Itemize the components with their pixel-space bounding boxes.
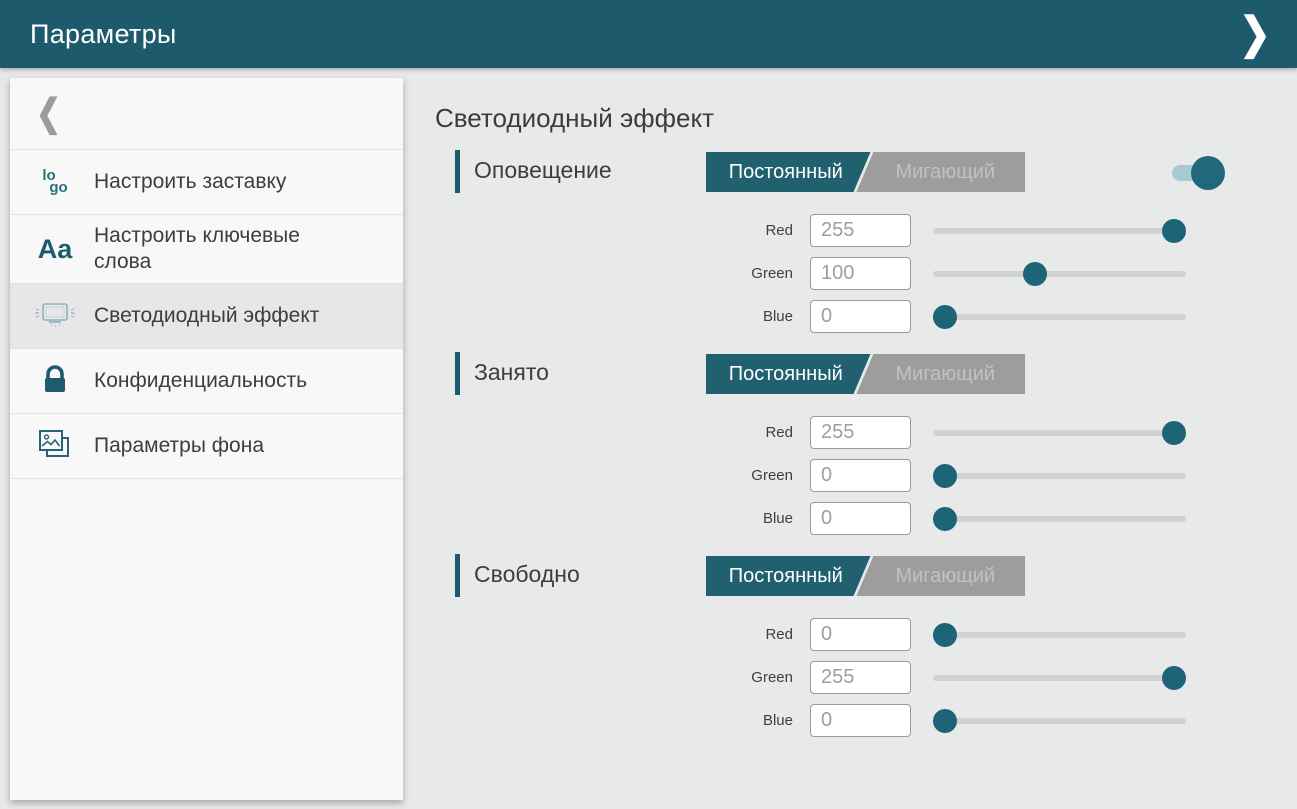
channel-label: Red bbox=[455, 222, 793, 239]
red-slider bbox=[933, 219, 1186, 243]
green-slider bbox=[933, 262, 1186, 286]
blue-value-input[interactable] bbox=[810, 704, 911, 737]
sidebar-item-label: Параметры фона bbox=[94, 433, 264, 459]
led-effect-panel: Светодиодный эффект Оповещение Постоянны… bbox=[403, 68, 1297, 809]
app-header: Параметры ❯ bbox=[0, 0, 1297, 68]
led-enabled-toggle[interactable] bbox=[1172, 155, 1228, 191]
section-title: Занято bbox=[474, 359, 549, 386]
channel-row-red: Red bbox=[455, 415, 1297, 450]
slider-track[interactable] bbox=[933, 632, 1186, 638]
section-free: Свободно Постоянный Мигающий Red Green bbox=[455, 554, 1297, 738]
logo-icon: logo bbox=[30, 170, 80, 194]
section-busy: Занято Постоянный Мигающий Red Green bbox=[455, 352, 1297, 536]
blue-slider bbox=[933, 507, 1186, 531]
channel-row-red: Red bbox=[455, 213, 1297, 248]
accent-bar bbox=[455, 150, 460, 193]
section-title: Свободно bbox=[474, 561, 580, 588]
slider-thumb[interactable] bbox=[933, 507, 957, 531]
slider-thumb[interactable] bbox=[933, 305, 957, 329]
green-value-input[interactable] bbox=[810, 661, 911, 694]
slider-track[interactable] bbox=[933, 473, 1186, 479]
sidebar-item-keywords[interactable]: Aa Настроить ключевые слова bbox=[10, 215, 403, 284]
section-title: Оповещение bbox=[474, 157, 612, 184]
channel-label: Blue bbox=[455, 712, 793, 729]
mode-option-blinking[interactable]: Мигающий bbox=[866, 556, 1026, 596]
channel-label: Green bbox=[455, 669, 793, 686]
section-notification: Оповещение Постоянный Мигающий Red Green bbox=[455, 150, 1297, 334]
channel-label: Red bbox=[455, 424, 793, 441]
channel-row-green: Green bbox=[455, 256, 1297, 291]
led-screen-icon bbox=[30, 297, 80, 335]
green-slider bbox=[933, 666, 1186, 690]
background-images-icon bbox=[30, 425, 80, 467]
mode-option-constant[interactable]: Постоянный bbox=[706, 152, 866, 192]
slider-track[interactable] bbox=[933, 228, 1186, 234]
green-slider bbox=[933, 464, 1186, 488]
slider-track[interactable] bbox=[933, 516, 1186, 522]
lock-icon bbox=[30, 363, 80, 399]
sidebar-back-button[interactable]: ❮ bbox=[10, 78, 403, 150]
sidebar-item-label: Настроить ключевые слова bbox=[94, 223, 334, 275]
red-slider bbox=[933, 623, 1186, 647]
sidebar-item-label: Конфиденциальность bbox=[94, 368, 307, 394]
blue-value-input[interactable] bbox=[810, 300, 911, 333]
slider-track[interactable] bbox=[933, 271, 1186, 277]
sidebar-item-label: Настроить заставку bbox=[94, 169, 286, 195]
mode-option-constant[interactable]: Постоянный bbox=[706, 354, 866, 394]
red-value-input[interactable] bbox=[810, 214, 911, 247]
slider-thumb[interactable] bbox=[1162, 219, 1186, 243]
sidebar-item-background[interactable]: Параметры фона bbox=[10, 414, 403, 479]
settings-sidebar: ❮ logo Настроить заставку Aa Настроить к… bbox=[10, 78, 403, 800]
channel-row-green: Green bbox=[455, 458, 1297, 493]
blue-slider bbox=[933, 709, 1186, 733]
slider-track[interactable] bbox=[933, 718, 1186, 724]
toggle-knob bbox=[1191, 156, 1225, 190]
chevron-right-icon[interactable]: ❯ bbox=[1239, 12, 1271, 56]
channel-label: Green bbox=[455, 265, 793, 282]
sidebar-item-privacy[interactable]: Конфиденциальность bbox=[10, 349, 403, 414]
channel-row-blue: Blue bbox=[455, 299, 1297, 334]
sidebar-item-led-effect[interactable]: Светодиодный эффект bbox=[10, 284, 403, 349]
blue-slider bbox=[933, 305, 1186, 329]
slider-thumb[interactable] bbox=[1023, 262, 1047, 286]
slider-thumb[interactable] bbox=[933, 709, 957, 733]
mode-segmented-control: Постоянный Мигающий bbox=[706, 152, 1025, 192]
slider-thumb[interactable] bbox=[1162, 421, 1186, 445]
sidebar-item-label: Светодиодный эффект bbox=[94, 303, 319, 329]
channel-label: Blue bbox=[455, 510, 793, 527]
channel-label: Green bbox=[455, 467, 793, 484]
channel-row-blue: Blue bbox=[455, 703, 1297, 738]
mode-segmented-control: Постоянный Мигающий bbox=[706, 354, 1025, 394]
mode-option-constant[interactable]: Постоянный bbox=[706, 556, 866, 596]
slider-thumb[interactable] bbox=[933, 623, 957, 647]
panel-title: Светодиодный эффект bbox=[435, 103, 714, 134]
keywords-icon: Aa bbox=[30, 234, 80, 265]
red-slider bbox=[933, 421, 1186, 445]
slider-thumb[interactable] bbox=[1162, 666, 1186, 690]
mode-option-blinking[interactable]: Мигающий bbox=[866, 152, 1026, 192]
slider-track[interactable] bbox=[933, 430, 1186, 436]
accent-bar bbox=[455, 352, 460, 395]
mode-option-blinking[interactable]: Мигающий bbox=[866, 354, 1026, 394]
slider-track[interactable] bbox=[933, 314, 1186, 320]
channel-row-blue: Blue bbox=[455, 501, 1297, 536]
green-value-input[interactable] bbox=[810, 257, 911, 290]
red-value-input[interactable] bbox=[810, 416, 911, 449]
chevron-left-icon: ❮ bbox=[36, 92, 61, 136]
channel-label: Blue bbox=[455, 308, 793, 325]
red-value-input[interactable] bbox=[810, 618, 911, 651]
page-title: Параметры bbox=[30, 19, 177, 50]
green-value-input[interactable] bbox=[810, 459, 911, 492]
channel-label: Red bbox=[455, 626, 793, 643]
sidebar-item-splash-screen[interactable]: logo Настроить заставку bbox=[10, 150, 403, 215]
slider-track[interactable] bbox=[933, 675, 1186, 681]
accent-bar bbox=[455, 554, 460, 597]
slider-thumb[interactable] bbox=[933, 464, 957, 488]
channel-row-red: Red bbox=[455, 617, 1297, 652]
mode-segmented-control: Постоянный Мигающий bbox=[706, 556, 1025, 596]
channel-row-green: Green bbox=[455, 660, 1297, 695]
blue-value-input[interactable] bbox=[810, 502, 911, 535]
